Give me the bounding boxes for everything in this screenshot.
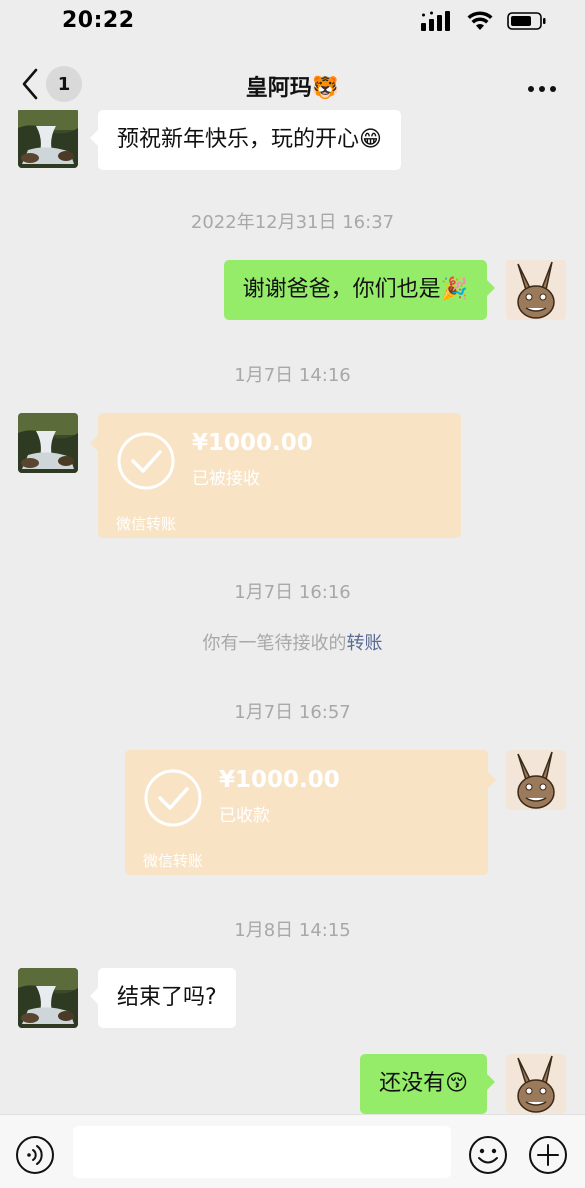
status-bar: 20:22 xyxy=(0,0,585,48)
more-functions-button[interactable] xyxy=(528,1135,568,1179)
transfer-amount: ¥1000.00 xyxy=(192,430,313,456)
emoji-icon xyxy=(469,1136,507,1174)
contact-avatar[interactable] xyxy=(18,413,78,473)
chat-title: 皇阿玛🐯 xyxy=(245,76,340,101)
rabbit-cartoon-avatar-image xyxy=(506,1054,566,1114)
rabbit-cartoon-avatar-image xyxy=(506,750,566,810)
signal-icon xyxy=(421,11,450,31)
waterfall-avatar-image xyxy=(18,110,78,168)
emoji-button[interactable] xyxy=(468,1135,508,1179)
sent-message-bubble[interactable]: 还没有😚 xyxy=(360,1054,495,1114)
wifi-icon xyxy=(467,11,493,30)
more-button[interactable] xyxy=(527,78,557,97)
my-avatar[interactable] xyxy=(506,750,566,810)
input-bar xyxy=(0,1114,585,1188)
message-input[interactable] xyxy=(73,1126,451,1178)
received-message-bubble[interactable]: 结束了吗? xyxy=(90,968,236,1028)
received-message-bubble[interactable]: 预祝新年快乐，玩的开心😁 xyxy=(90,110,401,170)
status-time: 20:22 xyxy=(62,8,135,33)
my-avatar[interactable] xyxy=(506,260,566,320)
waterfall-avatar-image xyxy=(18,413,78,473)
my-avatar[interactable] xyxy=(506,1054,566,1114)
transfer-card-accepted[interactable]: ¥1000.00 已收款 微信转账 xyxy=(125,750,496,875)
contact-avatar[interactable] xyxy=(18,968,78,1028)
sent-message-bubble[interactable]: 谢谢爸爸，你们也是🎉 xyxy=(223,260,496,320)
message-list[interactable]: 预祝新年快乐，玩的开心😁 2022年12月31日 16:37 谢谢爸爸，你们也是… xyxy=(0,110,585,1114)
check-circle-icon xyxy=(144,769,202,827)
transfer-card-received[interactable]: ¥1000.00 已被接收 微信转账 xyxy=(90,413,461,538)
contact-avatar[interactable] xyxy=(18,110,78,168)
voice-button[interactable] xyxy=(15,1135,55,1179)
transfer-link[interactable]: 转账 xyxy=(347,633,383,654)
transfer-footer: 微信转账 xyxy=(143,852,204,870)
more-icon xyxy=(528,86,556,92)
timestamp: 1月7日 16:57 xyxy=(234,702,351,723)
timestamp: 1月8日 14:15 xyxy=(234,920,351,941)
transfer-amount: ¥1000.00 xyxy=(219,767,340,793)
transfer-status: 已被接收 xyxy=(192,469,260,489)
timestamp: 1月7日 16:16 xyxy=(234,582,351,603)
notice-text: 你有一笔待接收的 xyxy=(202,633,347,654)
status-icons xyxy=(421,11,547,31)
timestamp: 1月7日 14:16 xyxy=(234,365,351,386)
timestamp: 2022年12月31日 16:37 xyxy=(190,212,395,233)
plus-icon xyxy=(529,1136,567,1174)
voice-icon xyxy=(16,1136,54,1174)
battery-icon xyxy=(507,12,546,30)
system-notice: 你有一笔待接收的转账 xyxy=(0,629,585,655)
transfer-footer: 微信转账 xyxy=(116,515,177,533)
transfer-status: 已收款 xyxy=(219,806,270,826)
waterfall-avatar-image xyxy=(18,968,78,1028)
check-circle-icon xyxy=(117,432,175,490)
rabbit-cartoon-avatar-image xyxy=(506,260,566,320)
